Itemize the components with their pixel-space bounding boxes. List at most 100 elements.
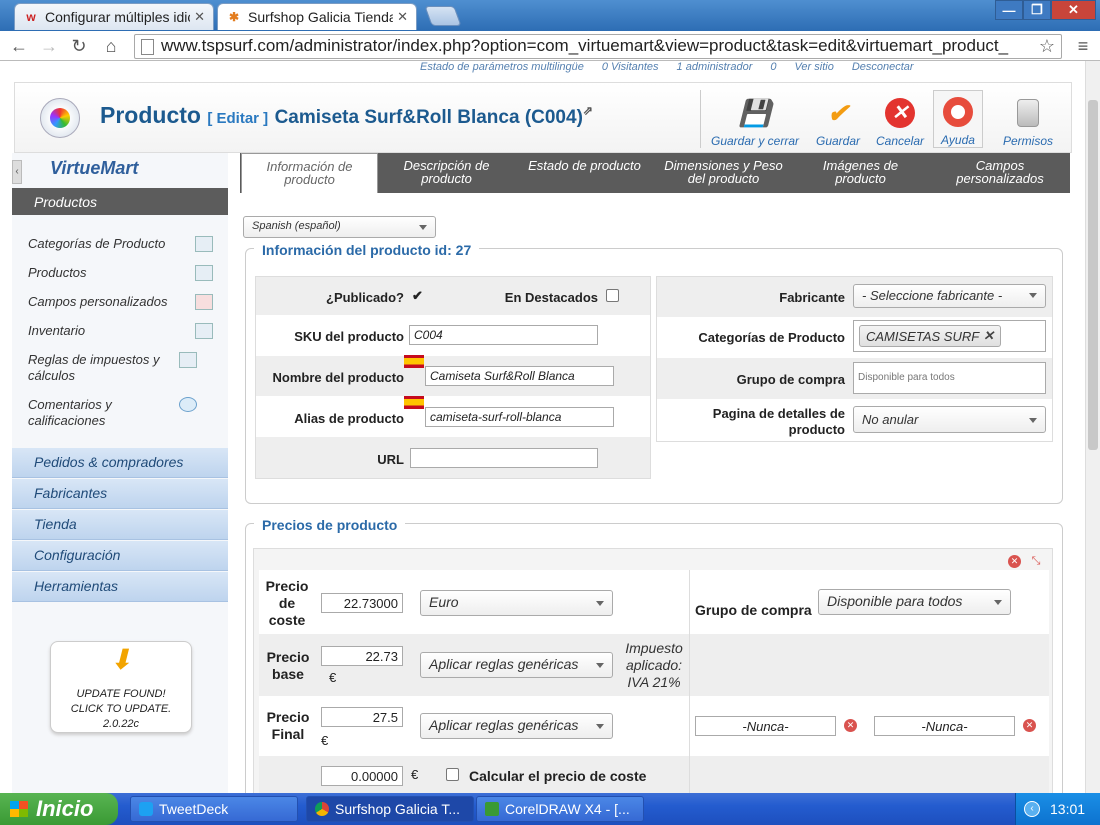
tab-product-info[interactable]: Información de producto [241, 153, 378, 193]
camera-icon [195, 265, 213, 281]
price-start-date-input[interactable]: -Nunca- [695, 716, 836, 736]
save-button[interactable]: ✔ Guardar [804, 90, 872, 149]
sidebar-item-inventory[interactable]: Inventario [28, 323, 213, 339]
sidebar-item-tax-rules[interactable]: Reglas de impuestos y cálculos [28, 352, 178, 384]
start-button[interactable]: Inicio [0, 793, 118, 825]
forward-icon[interactable]: → [38, 35, 60, 57]
price-shoppergroup-select[interactable]: Disponible para todos [818, 589, 1011, 615]
save-icon: 💾 [738, 97, 772, 128]
sidebar-section-productos[interactable]: Productos [12, 188, 228, 215]
remove-tag-icon[interactable]: ✕ [983, 328, 994, 344]
tab-product-images[interactable]: Imágenes de producto [808, 153, 913, 193]
tab-dimensions-weight[interactable]: Dimensiones y Peso del producto [656, 153, 791, 193]
multilingual-status-link[interactable]: Estado de parámetros multilingüe [420, 61, 584, 75]
lifebuoy-icon [942, 96, 974, 128]
sku-input[interactable]: C004 [409, 325, 598, 345]
url-input[interactable] [410, 448, 598, 468]
cost-price-input[interactable]: 22.73000 [321, 593, 403, 613]
language-select[interactable]: Spanish (español) [243, 216, 436, 238]
sidebar-nav-orders[interactable]: Pedidos & compradores [12, 448, 228, 478]
custom-fields-icon [195, 294, 213, 310]
base-price-input[interactable]: 22.73 [321, 646, 403, 666]
manufacturer-value: - Seleccione fabricante - [862, 288, 1003, 303]
expand-icon[interactable]: ⤡ [1029, 555, 1043, 568]
final-price-input[interactable]: 27.5 [321, 707, 403, 727]
permissions-button[interactable]: Permisos [992, 90, 1064, 148]
site-favicon-icon: w [26, 10, 36, 24]
shoppergroup-input[interactable]: Disponible para todos [853, 362, 1046, 394]
sidebar-item-custom-fields[interactable]: Campos personalizados [28, 294, 213, 310]
published-checkbox[interactable]: ✔ [411, 289, 424, 303]
minimize-icon[interactable]: — [995, 0, 1023, 20]
sidebar-nav-tools[interactable]: Herramientas [12, 572, 228, 602]
home-icon[interactable]: ⌂ [100, 35, 122, 57]
base-rules-value: Aplicar reglas genéricas [429, 656, 579, 672]
address-bar[interactable]: www.tspsurf.com/administrator/index.php?… [134, 34, 1062, 59]
product-name-input[interactable]: Camiseta Surf&Roll Blanca [425, 366, 614, 386]
currency-value: Euro [429, 594, 459, 610]
back-icon[interactable]: ← [8, 35, 30, 57]
logout-link[interactable]: Desconectar [852, 61, 914, 75]
close-tab-icon[interactable]: ✕ [397, 9, 408, 25]
product-info-legend: Información del producto id: 27 [254, 242, 480, 258]
base-euro-symbol: € [329, 670, 337, 685]
taskbar-item-coreldraw[interactable]: CorelDRAW X4 - [... [476, 796, 644, 822]
collapse-sidebar-icon[interactable]: ‹ [12, 160, 22, 184]
product-name-title: Camiseta Surf&Roll Blanca (C004) [274, 107, 583, 128]
sidebar-item-categories[interactable]: Categorías de Producto [28, 236, 213, 252]
featured-checkbox[interactable] [606, 289, 619, 302]
chevron-down-icon [1029, 418, 1037, 423]
browser-tab-2[interactable]: ✱ Surfshop Galicia Tienda ✕ [217, 3, 417, 30]
tab-product-description[interactable]: Descripción de producto [388, 153, 505, 193]
scrollbar-thumb[interactable] [1088, 100, 1098, 450]
external-link-icon[interactable]: ⇗ [583, 103, 593, 117]
categories-label: Categorías de Producto [698, 330, 845, 345]
visitors-count: 0 Visitantes [601, 61, 659, 73]
help-button[interactable]: Ayuda [933, 90, 983, 148]
close-window-icon[interactable]: ✕ [1051, 0, 1096, 20]
final-rules-select[interactable]: Aplicar reglas genéricas [420, 713, 613, 739]
reload-icon[interactable]: ↻ [68, 35, 90, 57]
calc-cost-checkbox[interactable] [446, 768, 459, 781]
base-rules-select[interactable]: Aplicar reglas genéricas [420, 652, 613, 678]
view-site-link[interactable]: Ver sitio [795, 61, 834, 75]
tray-expand-icon[interactable]: ‹ [1024, 801, 1040, 817]
currency-select[interactable]: Euro [420, 590, 613, 616]
menu-icon[interactable]: ≡ [1072, 35, 1094, 57]
taskbar-item-browser[interactable]: Surfshop Galicia T... [306, 796, 474, 822]
clear-end-date-icon[interactable]: ✕ [1023, 719, 1036, 732]
sku-label: SKU del producto [294, 329, 404, 344]
divider [689, 756, 690, 793]
cancel-button[interactable]: ✕ Cancelar [866, 90, 934, 148]
sidebar-nav-shop[interactable]: Tienda [12, 510, 228, 540]
tab-product-status[interactable]: Estado de producto [513, 153, 656, 193]
detail-page-label: Pagina de detalles de producto [712, 406, 845, 437]
remove-price-icon[interactable]: ✕ [1008, 555, 1021, 568]
alias-input[interactable]: camiseta-surf-roll-blanca [425, 407, 614, 427]
browser-tab-1[interactable]: w Configurar múltiples idic ✕ [14, 3, 214, 30]
bookmark-star-icon[interactable]: ☆ [1036, 35, 1058, 57]
detail-page-select[interactable]: No anular [853, 406, 1046, 433]
clear-start-date-icon[interactable]: ✕ [844, 719, 857, 732]
sidebar-item-label: Reglas de impuestos y cálculos [28, 352, 160, 383]
taskbar-item-tweetdeck[interactable]: TweetDeck [130, 796, 298, 822]
update-found-box[interactable]: ⬇ UPDATE FOUND! CLICK TO UPDATE. 2.0.22c [50, 641, 192, 733]
sidebar-item-label: Campos personalizados [28, 294, 168, 309]
chevron-down-icon [419, 225, 427, 230]
sidebar-item-products[interactable]: Productos [28, 265, 213, 281]
sidebar-nav-manufacturers[interactable]: Fabricantes [12, 479, 228, 509]
chevron-down-icon [596, 663, 604, 668]
taskbar-item-label: CorelDRAW X4 - [... [505, 801, 630, 817]
price-end-date-input[interactable]: -Nunca- [874, 716, 1015, 736]
page-title: Producto [ Editar ] Camiseta Surf&Roll B… [100, 102, 593, 129]
sidebar-item-reviews[interactable]: Comentarios y calificaciones [28, 397, 148, 429]
final-rules-value: Aplicar reglas genéricas [429, 717, 579, 733]
manufacturer-select[interactable]: - Seleccione fabricante - [853, 284, 1046, 308]
save-close-button[interactable]: 💾 Guardar y cerrar [708, 90, 802, 149]
maximize-icon[interactable]: ❐ [1023, 0, 1051, 20]
sidebar-nav-configuration[interactable]: Configuración [12, 541, 228, 571]
tab-custom-fields[interactable]: Campos personalizados [940, 153, 1060, 193]
close-tab-icon[interactable]: ✕ [194, 9, 205, 25]
override-price-input[interactable]: 0.00000 [321, 766, 403, 786]
chevron-down-icon [596, 601, 604, 606]
